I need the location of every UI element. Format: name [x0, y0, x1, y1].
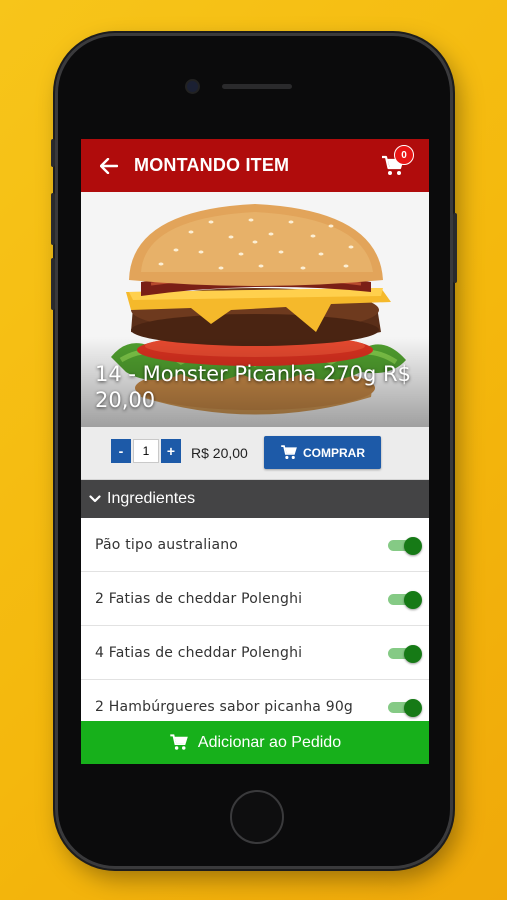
home-button[interactable] [230, 790, 284, 844]
product-title: 14 - Monster Picanha 270g R$ 20,00 [95, 362, 411, 412]
cart-icon [170, 734, 188, 750]
product-image: 14 - Monster Picanha 270g R$ 20,00 [81, 192, 429, 427]
list-item: 2 Fatias de cheddar Polenghi [81, 572, 429, 626]
quantity-field[interactable]: 1 [133, 439, 159, 463]
power-button [453, 213, 457, 283]
chevron-down-icon [89, 492, 103, 506]
mute-switch [51, 139, 55, 167]
buy-button-label: COMPRAR [303, 445, 365, 460]
ingredients-header[interactable]: Ingredientes [81, 480, 429, 518]
add-to-order-label: Adicionar ao Pedido [197, 733, 342, 751]
back-arrow-icon[interactable] [98, 155, 120, 177]
cart-icon [281, 445, 297, 460]
add-to-order-button[interactable]: Adicionar ao Pedido [81, 721, 429, 764]
volume-up-button [51, 193, 55, 245]
decrease-quantity-button[interactable]: - [111, 439, 131, 463]
list-item: Pão tipo australiano [81, 518, 429, 572]
ingredient-label: 2 Fatias de cheddar Polenghi [95, 590, 303, 607]
ingredients-header-label: Ingredientes [107, 490, 196, 507]
ingredient-label: Pão tipo australiano [95, 536, 239, 553]
ingredient-label: 2 Hambúrgueres sabor picanha 90g [95, 698, 354, 715]
increase-quantity-button[interactable]: + [161, 439, 181, 463]
app-screen: MONTANDO ITEM 0 14 - Monster Picanha 270… [81, 139, 429, 764]
price-label: R$ 20,00 [191, 445, 248, 461]
cart-count-badge: 0 [394, 145, 414, 165]
volume-down-button [51, 258, 55, 310]
ingredient-toggle[interactable] [388, 537, 422, 555]
ingredient-toggle[interactable] [388, 645, 422, 663]
purchase-bar: - 1 + R$ 20,00 COMPRAR [81, 427, 429, 480]
ingredient-label: 4 Fatias de cheddar Polenghi [95, 644, 303, 661]
app-bar: MONTANDO ITEM 0 [81, 139, 429, 192]
page-title: MONTANDO ITEM [134, 155, 290, 175]
ingredient-toggle[interactable] [388, 699, 422, 717]
ingredients-list: Pão tipo australiano 2 Fatias de cheddar… [81, 518, 429, 734]
earpiece-speaker [222, 84, 292, 89]
list-item: 4 Fatias de cheddar Polenghi [81, 626, 429, 680]
front-camera [187, 81, 198, 92]
ingredient-toggle[interactable] [388, 591, 422, 609]
buy-button[interactable]: COMPRAR [264, 436, 381, 469]
